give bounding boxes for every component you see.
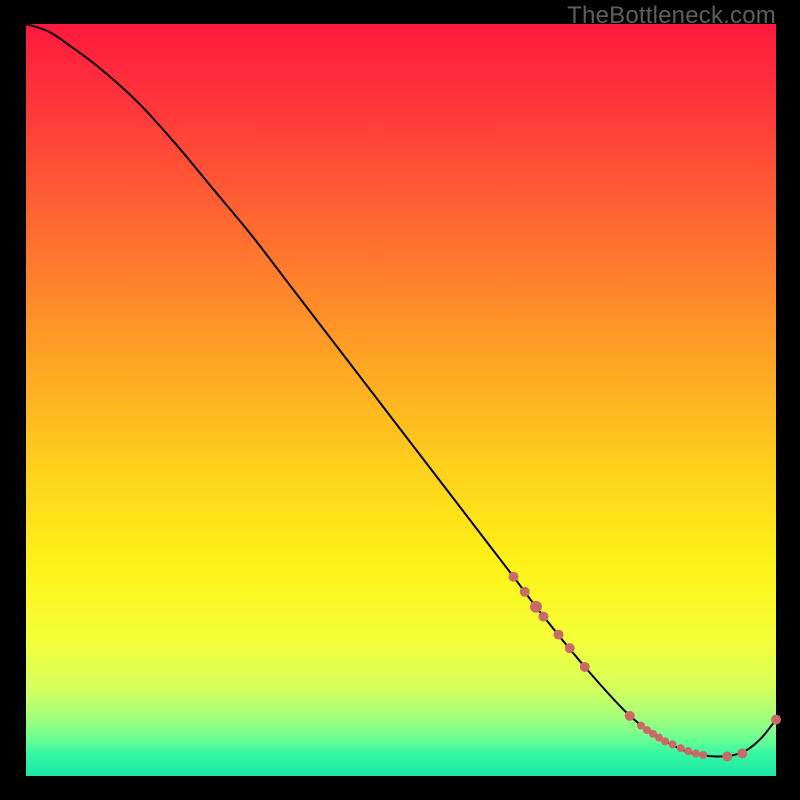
highlight-point (580, 662, 590, 672)
highlight-point (565, 643, 575, 653)
highlight-point (625, 711, 635, 721)
highlight-point (684, 747, 692, 755)
highlight-point (539, 612, 549, 622)
highlight-point (771, 715, 781, 725)
chart-container: TheBottleneck.com (0, 0, 800, 800)
chart-svg (26, 24, 776, 776)
bottleneck-curve-line (26, 24, 776, 757)
highlight-point (520, 587, 530, 597)
highlight-point (661, 737, 669, 745)
highlight-point (530, 601, 542, 613)
highlight-point (554, 630, 564, 640)
highlight-point (669, 740, 677, 748)
highlight-point (737, 748, 747, 758)
highlight-point (722, 751, 732, 761)
highlight-points-group (509, 572, 782, 762)
highlight-point (509, 572, 519, 582)
highlight-point (692, 749, 700, 757)
plot-area (26, 24, 776, 776)
highlight-point (677, 744, 685, 752)
highlight-point (699, 751, 707, 759)
